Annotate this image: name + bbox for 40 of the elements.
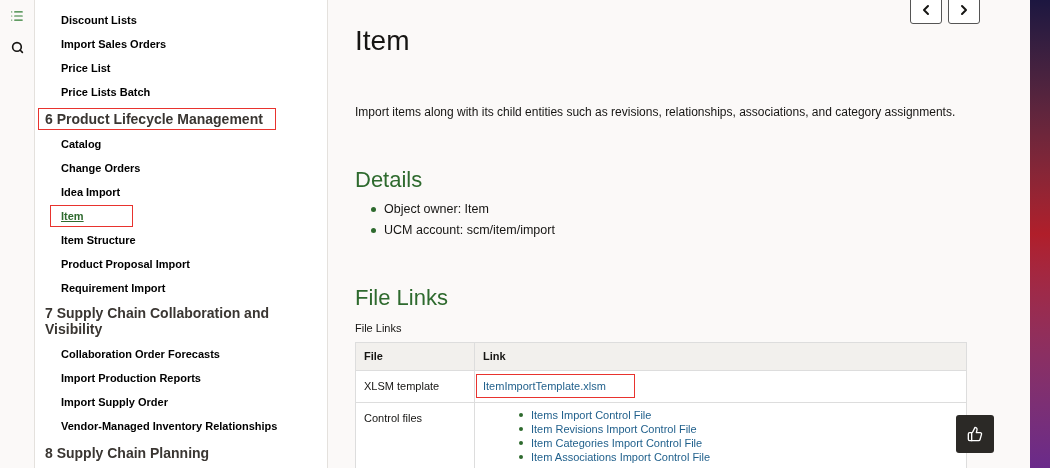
thumbs-up-icon [967,426,983,442]
nav-link[interactable]: Vendor-Managed Inventory Relationships [61,419,278,433]
nav-link[interactable]: Requirement Import [61,281,166,295]
table-cell: XLSM template [356,371,475,402]
nav-link[interactable]: Idea Import [61,185,121,199]
nav-link[interactable]: Catalog [61,137,102,151]
detail-text: Object owner: Item [384,201,489,218]
detail-text: UCM account: scm/item/import [384,221,555,239]
nav-link[interactable]: Import Production Reports [61,371,201,385]
description-text: Import items along with its child entities such as revisions, relationships, associations, and category assignments. [355,104,957,121]
section-heading[interactable]: 8 Supply Chain Planning [45,443,210,463]
nav-link[interactable]: Import Sales Orders [61,37,167,51]
nav-link[interactable]: Change Orders [61,161,141,175]
next-button[interactable] [948,0,980,24]
nav-link[interactable]: Collaboration Order Forecasts [61,347,220,361]
page-title: Item [355,24,411,58]
section-heading[interactable]: 7 Supply Chain Collaboration and Visibility [45,303,319,339]
nav-link[interactable]: Price Lists Batch [61,85,151,99]
nav-link[interactable]: Import Supply Order [61,395,168,409]
file-link[interactable]: Item Associations Import Control File [531,449,711,464]
nav-link[interactable]: Item [51,206,132,226]
search-icon[interactable] [10,41,24,54]
file-link[interactable]: Item Categories Import Control File [531,435,703,450]
table-cell: Control files [356,402,475,468]
table-caption: File Links [355,320,403,336]
section-heading: Details [355,166,424,194]
nav-link[interactable]: Item Structure [61,233,136,247]
nav-link[interactable]: Discount Lists [61,13,137,27]
column-header: File [356,343,475,370]
previous-button[interactable] [910,0,942,24]
section-heading: File Links [355,283,449,312]
nav-link[interactable]: Product Proposal Import [61,257,190,271]
file-link[interactable]: Item Revisions Import Control File [531,421,697,436]
file-link[interactable]: Items Import Control File [531,407,652,422]
nav-link[interactable]: Price List [61,61,111,75]
file-link[interactable]: ItemImportTemplate.xlsm [477,375,634,397]
section-heading[interactable]: 6 Product Lifecycle Management [39,109,275,129]
list-icon[interactable] [10,9,24,23]
column-header: Link [482,349,507,365]
feedback-button[interactable] [956,415,994,453]
